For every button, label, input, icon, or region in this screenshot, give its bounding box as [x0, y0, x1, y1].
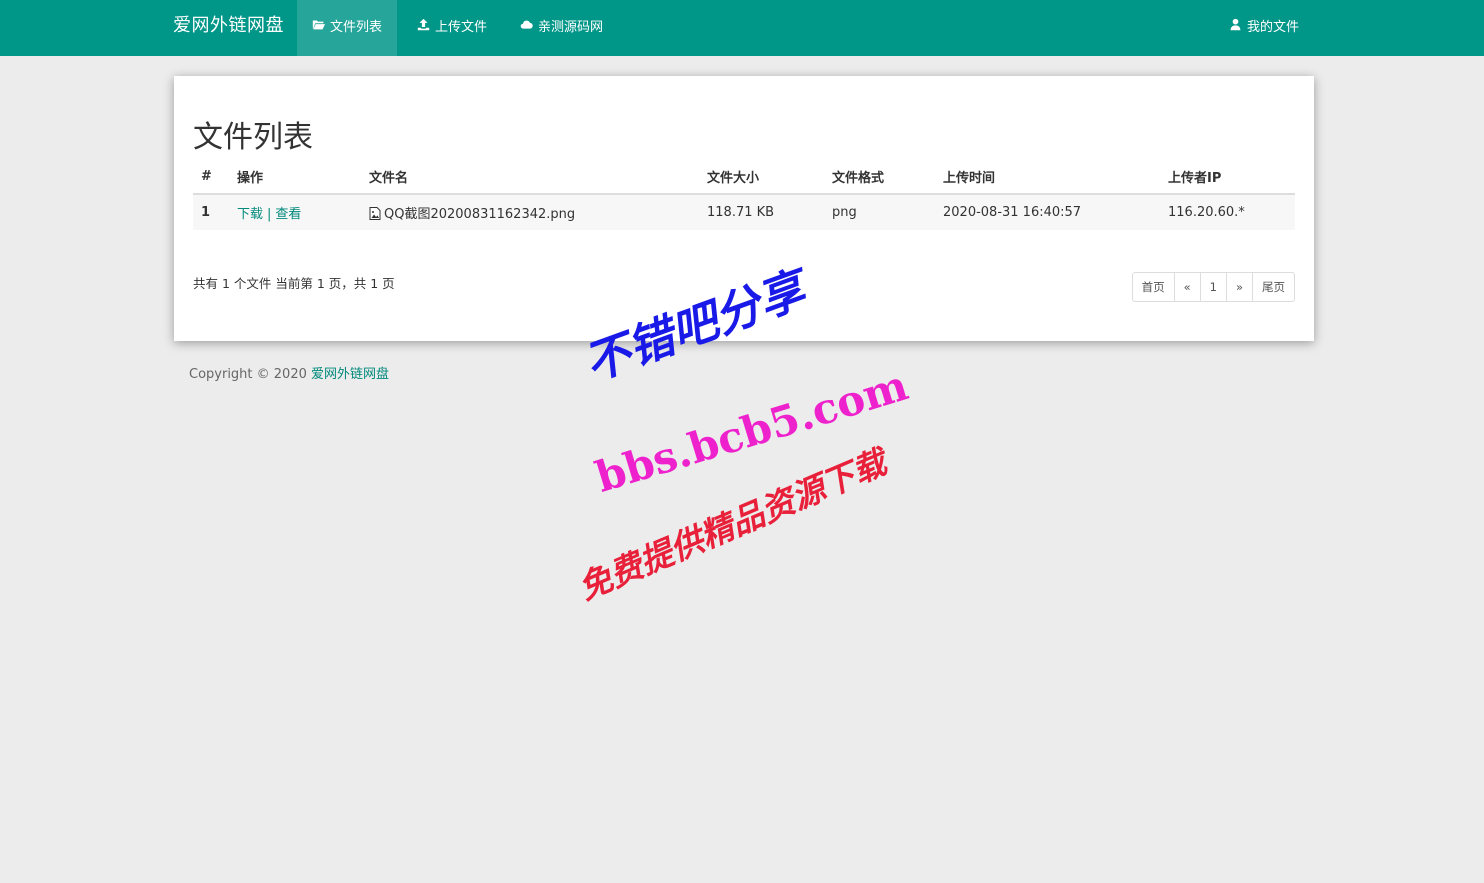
row-number: 1: [193, 194, 229, 230]
upload-icon: [417, 2, 430, 54]
action-separator: |: [267, 207, 272, 222]
row-actions: 下载 | 查看: [229, 194, 361, 230]
row-filename: QQ截图20200831162342.png: [384, 207, 576, 222]
nav-tab-source-site[interactable]: 亲测源码网: [505, 0, 618, 56]
row-format: png: [824, 194, 935, 230]
footer: Copyright © 2020 爱网外链网盘: [189, 363, 389, 382]
pager-previous[interactable]: «: [1173, 272, 1201, 302]
watermark-line-2: bbs.bcb5.com: [590, 360, 914, 502]
page-summary: 共有 1 个文件 当前第 1 页，共 1 页: [193, 276, 395, 291]
nav-my-files-label: 我的文件: [1247, 20, 1300, 35]
cloud-icon: [520, 2, 533, 54]
view-link[interactable]: 查看: [275, 207, 301, 222]
column-header-size: 文件大小: [699, 160, 824, 195]
column-header-filename: 文件名: [361, 160, 699, 195]
watermark-line-3: 免费提供精品资源下载: [572, 442, 892, 608]
row-upload-time: 2020-08-31 16:40:57: [935, 194, 1160, 230]
footer-site-link[interactable]: 爱网外链网盘: [311, 367, 389, 382]
nav-tab-upload[interactable]: 上传文件: [402, 0, 502, 56]
pager-page-1[interactable]: 1: [1199, 272, 1227, 302]
nav-tab-file-list[interactable]: 文件列表: [297, 0, 398, 56]
file-table: # 操作 文件名 文件大小 文件格式 上传时间 上传者IP 1 下载 | 查看 QQ…: [193, 160, 1295, 230]
pager-next[interactable]: »: [1225, 272, 1253, 302]
column-header-number: #: [193, 160, 229, 195]
page-title: 文件列表: [193, 120, 313, 155]
column-header-upload-time: 上传时间: [935, 160, 1160, 195]
folder-open-icon: [312, 2, 325, 54]
column-header-format: 文件格式: [824, 160, 935, 195]
nav-tab-label: 亲测源码网: [538, 20, 604, 35]
file-list-panel: 文件列表 # 操作 文件名 文件大小 文件格式 上传时间 上传者IP 1 下载 |…: [174, 76, 1314, 341]
nav-my-files[interactable]: 我的文件: [1214, 0, 1314, 56]
brand-logo[interactable]: 爱网外链网盘: [173, 0, 284, 56]
row-uploader-ip: 116.20.60.*: [1160, 194, 1295, 230]
table-header-row: # 操作 文件名 文件大小 文件格式 上传时间 上传者IP: [193, 160, 1295, 195]
pager-last-page[interactable]: 尾页: [1252, 272, 1295, 302]
column-header-actions: 操作: [229, 160, 361, 195]
nav-tab-label: 文件列表: [330, 20, 383, 35]
nav-tab-label: 上传文件: [435, 20, 488, 35]
user-icon: [1229, 2, 1242, 54]
row-size: 118.71 KB: [699, 194, 824, 230]
pagination: 首页 « 1 » 尾页: [1131, 272, 1295, 302]
row-filename-cell: QQ截图20200831162342.png: [361, 194, 699, 230]
download-link[interactable]: 下载: [237, 207, 263, 222]
top-navbar: 爱网外链网盘 文件列表 上传文件 亲测源码网 我的文件: [0, 0, 1484, 56]
table-row: 1 下载 | 查看 QQ截图20200831162342.png 118.71 KB…: [193, 194, 1295, 230]
image-file-icon: [369, 207, 381, 220]
pager-first-page[interactable]: 首页: [1131, 272, 1175, 302]
column-header-uploader-ip: 上传者IP: [1160, 160, 1295, 195]
footer-copyright: Copyright © 2020: [189, 367, 312, 382]
